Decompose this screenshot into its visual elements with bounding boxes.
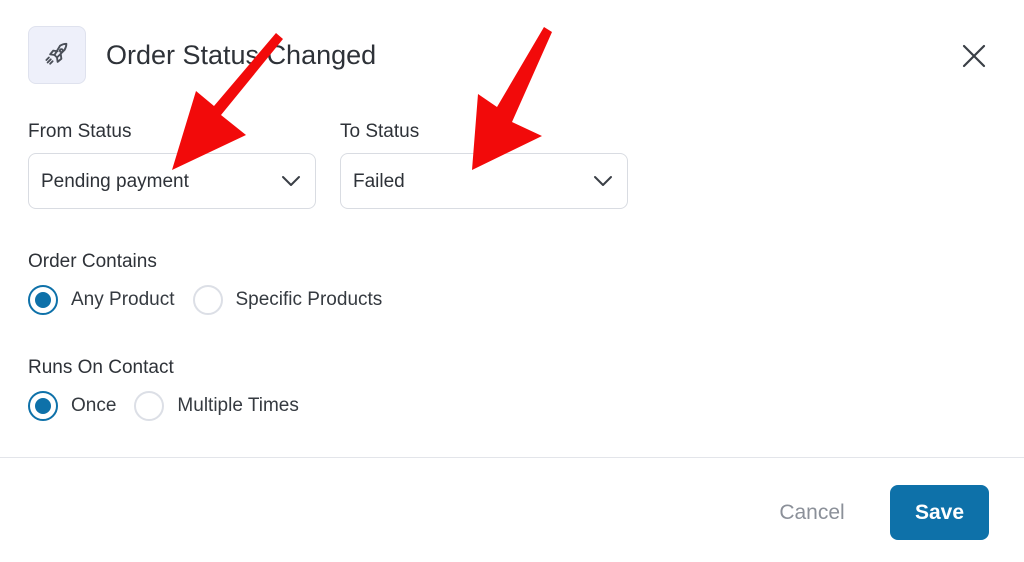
trigger-icon-badge xyxy=(28,26,86,84)
footer-divider xyxy=(0,457,1024,458)
runs-on-contact-radio-group: Once Multiple Times xyxy=(28,391,317,421)
close-icon xyxy=(962,44,986,68)
from-status-select[interactable]: Pending payment xyxy=(28,153,316,209)
order-contains-radio-group: Any Product Specific Products xyxy=(28,285,400,315)
close-button[interactable] xyxy=(958,40,990,72)
runs-on-contact-label: Runs On Contact xyxy=(28,357,174,378)
save-button[interactable]: Save xyxy=(890,485,989,540)
from-status-label: From Status xyxy=(28,121,132,142)
radio-button[interactable] xyxy=(134,391,165,421)
rocket-icon xyxy=(45,42,68,65)
annotation-arrow-to-status xyxy=(472,27,552,170)
radio-once[interactable]: Once xyxy=(28,391,116,421)
radio-specific-products[interactable]: Specific Products xyxy=(192,285,383,315)
radio-button[interactable] xyxy=(192,285,223,315)
chevron-down-icon xyxy=(594,176,612,186)
to-status-label: To Status xyxy=(340,121,420,142)
to-status-value: Failed xyxy=(353,171,405,192)
order-status-changed-modal: Order Status Changed From Status To Stat… xyxy=(0,0,1024,562)
radio-button-checked[interactable] xyxy=(28,391,58,421)
radio-label: Once xyxy=(71,395,117,416)
chevron-down-icon xyxy=(282,176,300,186)
cancel-button[interactable]: Cancel xyxy=(760,490,864,536)
radio-button-checked[interactable] xyxy=(28,285,58,315)
radio-label: Specific Products xyxy=(235,289,383,310)
from-status-value: Pending payment xyxy=(41,171,189,192)
radio-label: Multiple Times xyxy=(177,395,299,416)
radio-multiple-times[interactable]: Multiple Times xyxy=(134,391,299,421)
order-contains-label: Order Contains xyxy=(28,251,157,272)
radio-any-product[interactable]: Any Product xyxy=(28,285,175,315)
annotation-arrows xyxy=(172,27,552,170)
to-status-select[interactable]: Failed xyxy=(340,153,628,209)
modal-title: Order Status Changed xyxy=(106,40,377,70)
radio-label: Any Product xyxy=(71,289,175,310)
